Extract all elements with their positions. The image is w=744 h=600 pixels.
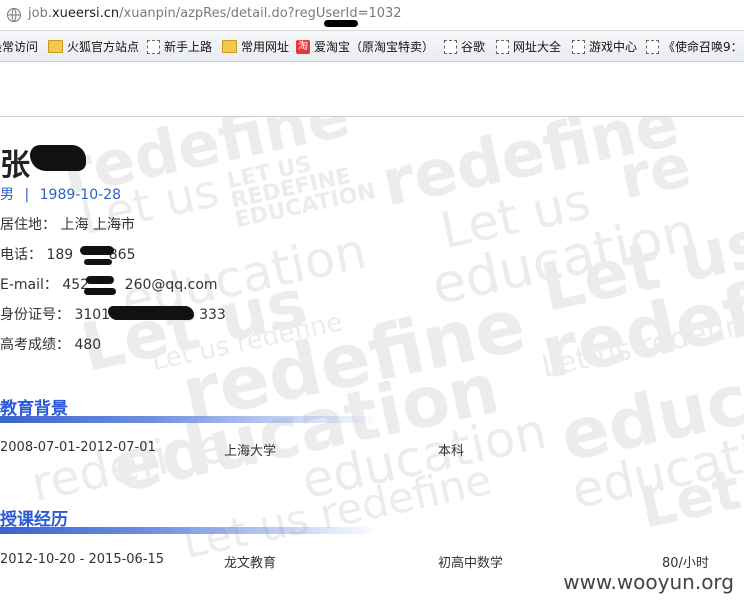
url-prefix: job.: [28, 6, 52, 21]
bookmark-label: 新手上路: [164, 40, 213, 54]
bookmark-label: 最常访问: [0, 40, 39, 54]
teaching-subject: 初高中数学: [438, 556, 504, 571]
phone-row: 电话： 189 865: [0, 244, 136, 264]
residence-label: 居住地：: [0, 217, 56, 233]
teaching-period: 2012-10-20 - 2015-06-15: [0, 552, 165, 567]
teaching-organization: 龙文教育: [224, 556, 277, 571]
gender-birthdate-line: 男 | 1989-10-28: [0, 184, 121, 204]
bookmark-game-center[interactable]: 游戏中心: [572, 38, 637, 55]
redaction-mark: [324, 20, 358, 27]
bookmark-site-directory[interactable]: 网址大全: [496, 38, 561, 55]
teaching-hours: 80/小时: [662, 556, 709, 571]
redaction-mark: [30, 145, 86, 171]
bookmark-label: 爱淘宝（原淘宝特卖）: [314, 40, 435, 54]
site-watermark: www.wooyun.org: [563, 570, 734, 594]
education-period: 2008-07-01-2012-07-01: [0, 440, 156, 455]
page-icon: [147, 39, 160, 54]
folder-icon: [48, 40, 63, 53]
url-domain: xueersi.cn: [51, 6, 120, 21]
redaction-mark: [108, 306, 194, 320]
page-icon: [572, 39, 585, 54]
bookmark-google[interactable]: 谷歌: [444, 38, 485, 55]
score-value: 480: [74, 337, 102, 353]
score-row: 高考成绩： 480: [0, 334, 101, 354]
bookmarks-toolbar: 最常访问 火狐官方站点 新手上路 常用网址 淘 爱淘宝（原淘宝特卖） 谷歌 网址…: [0, 31, 744, 62]
page-icon: [444, 39, 457, 54]
redaction-mark: [84, 259, 112, 265]
bookmark-getting-started[interactable]: 新手上路: [147, 38, 212, 55]
bookmark-label: 常用网址: [241, 40, 290, 54]
bookmark-firefox-official[interactable]: 火狐官方站点: [48, 38, 139, 55]
content-divider: [0, 116, 744, 117]
section-underline: [0, 416, 380, 423]
birthdate: 1989-10-28: [39, 187, 121, 203]
education-school: 上海大学: [224, 444, 277, 459]
redaction-mark: [84, 288, 116, 295]
redaction-mark: [86, 276, 114, 284]
bookmark-label: 火狐官方站点: [67, 40, 140, 54]
residence-row: 居住地： 上海 上海市: [0, 214, 135, 234]
candidate-name: 张: [0, 148, 30, 183]
email-label: E-mail：: [0, 277, 58, 293]
url-text[interactable]: job.xueersi.cn/xuanpin/azpRes/detail.do?…: [28, 6, 402, 21]
gender: 男: [0, 187, 14, 203]
page-icon: [496, 39, 509, 54]
score-label: 高考成绩：: [0, 337, 70, 353]
bookmark-common-sites[interactable]: 常用网址: [222, 38, 289, 55]
address-bar[interactable]: job.xueersi.cn/xuanpin/azpRes/detail.do?…: [0, 0, 744, 31]
residence-value: 上海 上海市: [60, 217, 135, 233]
bookmark-ai-taobao[interactable]: 淘 爱淘宝（原淘宝特卖）: [296, 38, 434, 55]
page-icon: [646, 39, 659, 54]
bookmark-label: 《使命召唤9：: [663, 40, 743, 54]
bookmark-call-of-duty[interactable]: 《使命召唤9：: [646, 38, 743, 55]
redaction-mark: [80, 246, 114, 255]
id-number-label: 身份证号：: [0, 307, 70, 323]
bookmark-label: 游戏中心: [589, 40, 638, 54]
separator: |: [24, 187, 30, 203]
bookmark-label: 谷歌: [461, 40, 486, 54]
url-path: /xuanpin/azpRes/detail.do?regUserId=1032: [119, 6, 402, 21]
folder-icon: [222, 40, 237, 53]
education-degree: 本科: [438, 444, 465, 459]
globe-icon: [6, 7, 22, 27]
bookmark-most-visited[interactable]: 最常访问: [0, 38, 38, 55]
section-underline: [0, 527, 380, 534]
taobao-icon: 淘: [296, 39, 310, 54]
bookmark-label: 网址大全: [513, 40, 562, 54]
phone-label: 电话：: [0, 247, 42, 263]
